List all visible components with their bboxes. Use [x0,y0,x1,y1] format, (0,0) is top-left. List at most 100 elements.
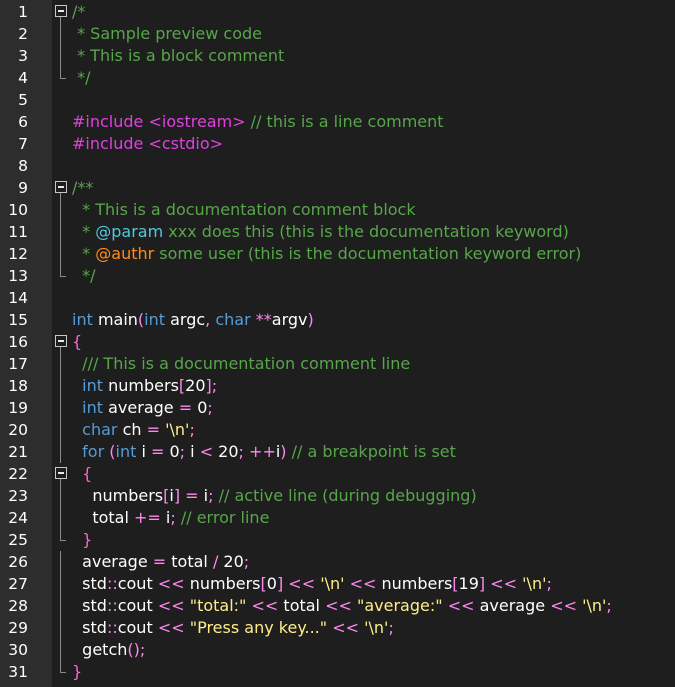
code-text[interactable]: for (int i = 0; i < 20; ++i) // a breakp… [72,441,456,463]
line-number: 20 [8,421,28,439]
code-text[interactable]: int numbers[20]; [72,375,217,397]
token-op: = [152,552,167,571]
token-ident: getch [72,640,128,659]
code-text[interactable]: */ [72,265,95,287]
token-ident: std [72,574,107,593]
code-text[interactable]: std::cout << "Press any key..." << '\n'; [72,617,394,639]
code-text[interactable]: char ch = '\n'; [72,419,195,441]
code-text[interactable]: #include <cstdio> [72,133,223,155]
code-text[interactable]: int average = 0; [72,397,213,419]
minus-box-icon[interactable] [55,335,67,347]
line-number: 3 [18,47,28,65]
code-line[interactable]: 14 [0,287,675,309]
fold-end-marker [52,661,72,683]
code-line[interactable]: 7 #include <cstdio> [0,133,675,155]
token-op: += [134,508,161,527]
code-line[interactable]: 11 * @param xxx does this (this is the d… [0,221,675,243]
code-line[interactable]: 30 getch(); [0,639,675,661]
code-text[interactable]: * This is a block comment [72,45,284,67]
code-line[interactable]: 28 std::cout << "total:" << total << "av… [0,595,675,617]
code-line[interactable]: 25 } [0,529,675,551]
code-text[interactable]: * This is a documentation comment block [72,199,416,221]
code-text[interactable]: getch(); [72,639,145,661]
code-line[interactable]: 31} [0,661,675,683]
code-line[interactable]: 16 { [0,331,675,353]
code-text[interactable]: average = total / 20; [72,551,249,573]
line-number: 9 [18,179,28,197]
fold-collapse-icon[interactable] [52,1,72,23]
code-line[interactable]: 23 numbers[i] = i; // active line (durin… [0,485,675,507]
fold-collapse-icon[interactable] [52,331,72,353]
fold-collapse-icon[interactable] [52,177,72,199]
code-line[interactable]: 20 char ch = '\n'; [0,419,675,441]
fold-empty [52,155,72,177]
token-ident: total [72,508,135,527]
code-line[interactable]: 27 std::cout << numbers[0] << '\n' << nu… [0,573,675,595]
token-op: :: [106,574,118,593]
minus-box-icon[interactable] [55,181,67,193]
code-text[interactable]: } [72,529,92,551]
token-comment: * This is a documentation comment block [72,200,416,219]
code-line[interactable]: 19 int average = 0; [0,397,675,419]
token-comment: * [72,244,96,263]
token-comment: * Sample preview code [72,24,262,43]
code-line[interactable]: 22 { [0,463,675,485]
fold-guide-line [60,441,61,463]
minus-box-icon[interactable] [55,467,67,479]
code-line[interactable]: 4 */ [0,67,675,89]
code-text[interactable]: total += i; // error line [72,507,269,529]
code-line[interactable]: 26 average = total / 20; [0,551,675,573]
code-editor[interactable]: 1/* 2 * Sample preview code 3 * This is a … [0,0,675,687]
line-number: 2 [18,25,28,43]
code-line[interactable]: 24 total += i; // error line [0,507,675,529]
code-text[interactable]: int main(int argc, char **argv) [72,309,314,331]
fold-guide-line [60,507,61,529]
code-text[interactable]: * @authr some user (this is the document… [72,243,581,265]
token-ident: i [160,508,171,527]
code-text[interactable]: } [72,661,82,683]
code-line[interactable]: 17 /// This is a documentation comment l… [0,353,675,375]
code-line[interactable]: 15 int main(int argc, char **argv) [0,309,675,331]
code-text[interactable]: #include <iostream> // this is a line co… [72,111,444,133]
code-text[interactable]: */ [72,67,90,89]
code-line[interactable]: 5 [0,89,675,111]
code-line[interactable]: 29 std::cout << "Press any key..." << '\… [0,617,675,639]
code-text[interactable]: * @param xxx does this (this is the docu… [72,221,569,243]
code-line[interactable]: 8 [0,155,675,177]
code-text[interactable]: * Sample preview code [72,23,262,45]
code-line[interactable]: 3 * This is a block comment [0,45,675,67]
code-text[interactable]: { [72,463,92,485]
code-line[interactable]: 1 /* [0,1,675,23]
token-op: ; [207,398,213,417]
fold-guide [52,507,72,529]
fold-collapse-icon[interactable] [52,463,72,485]
fold-guide [52,397,72,419]
fold-empty [52,133,72,155]
fold-guide [52,551,72,573]
token-kw: int [82,376,104,395]
code-line[interactable]: 6 #include <iostream> // this is a line c… [0,111,675,133]
code-text[interactable]: /* [72,1,85,23]
line-number: 11 [8,223,28,241]
token-num: 0 [164,442,180,461]
code-text[interactable]: { [72,331,82,353]
code-line[interactable]: 10 * This is a documentation comment blo… [0,199,675,221]
line-number: 21 [8,443,28,461]
fold-guide-line [60,419,61,441]
code-text[interactable]: std::cout << "total:" << total << "avera… [72,595,612,617]
code-line[interactable]: 9 /** [0,177,675,199]
code-line[interactable]: 21 for (int i = 0; i < 20; ++i) // a bre… [0,441,675,463]
code-line[interactable]: 2 * Sample preview code [0,23,675,45]
token-kw: char [215,310,251,329]
code-line[interactable]: 12 * @authr some user (this is the docum… [0,243,675,265]
code-line[interactable]: 18 int numbers[20]; [0,375,675,397]
token-num: 20 [185,376,206,395]
code-text[interactable]: std::cout << numbers[0] << '\n' << numbe… [72,573,552,595]
code-text[interactable]: /// This is a documentation comment line [72,353,410,375]
minus-box-icon[interactable] [55,5,67,17]
code-text[interactable]: /** [72,177,93,199]
code-line[interactable]: 13 */ [0,265,675,287]
token-op: << [550,596,577,615]
token-ident [72,464,82,483]
code-text[interactable]: numbers[i] = i; // active line (during d… [72,485,476,507]
